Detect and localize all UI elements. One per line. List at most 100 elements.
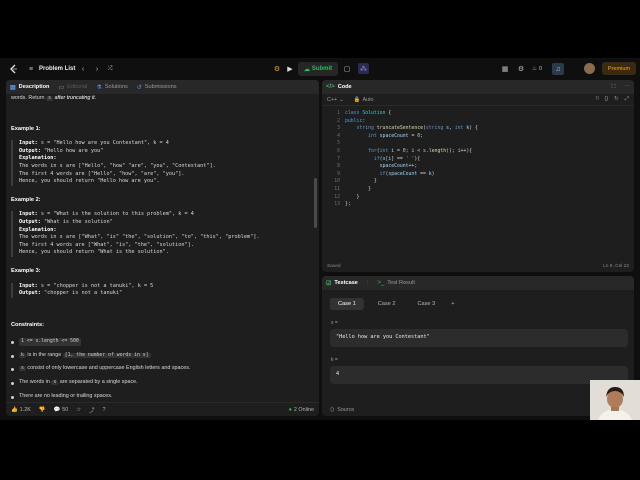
tab-solutions[interactable]: ⚗ Solutions (96, 84, 127, 91)
fullscreen-icon[interactable]: ⤢ (625, 96, 629, 103)
tab-test-result[interactable]: >_ Test Result (377, 280, 415, 286)
output-label: Output: (19, 290, 41, 297)
case-2-tab[interactable]: Case 2 (370, 298, 404, 310)
person-figure (590, 380, 640, 420)
reset-icon[interactable]: ↻ (614, 96, 619, 103)
k-input[interactable]: 4 (330, 366, 628, 384)
s-input[interactable]: "Hello how are you Contestant" (330, 329, 628, 347)
comments-button[interactable]: 💬 50 (54, 407, 69, 413)
dislike-icon[interactable]: 👎 (39, 407, 46, 413)
input-value: s = "What is the solution to this proble… (40, 211, 194, 218)
webcam-overlay (590, 380, 640, 420)
line-number: 9 (337, 171, 340, 177)
streak-count: 0 (538, 66, 542, 72)
save-status: Saved (327, 263, 341, 269)
braces-icon[interactable]: {} (605, 96, 609, 103)
description-scrollbar[interactable] (314, 178, 317, 228)
description-tabs: ▤ Description ▭ Editorial ⚗ Solutions ↺ Subm… (6, 80, 319, 94)
bell-icon[interactable]: ♫ (552, 63, 564, 75)
layout-icon[interactable]: ▦ (500, 64, 510, 74)
debug-icon[interactable]: ⚙ (272, 64, 282, 74)
tab-submissions[interactable]: ↺ Submissions (137, 84, 177, 91)
run-icon[interactable]: ▶ (285, 64, 295, 74)
tab-submissions-label: Submissions (144, 84, 177, 90)
example-1-output: Output: "Hello how are you" (19, 148, 306, 156)
cloud-upload-icon: ☁ (303, 66, 310, 73)
mode-value: Auto (362, 96, 374, 103)
code-editor[interactable]: 1 2 3 4 5 6 7 8 9 10 11 12 13 class Solu… (322, 106, 634, 260)
input-value: s = "Hello how are you Contestant", k = … (40, 140, 169, 147)
maximize-icon[interactable]: ⛶ (611, 84, 615, 91)
line-number: 3 (337, 126, 340, 132)
book-icon: ▭ (58, 84, 65, 91)
list-icon[interactable]: ≡ (26, 64, 36, 74)
help-icon[interactable]: ? (103, 407, 106, 413)
autocomplete-toggle[interactable]: 🔒 Auto (354, 97, 374, 103)
example-3-title: Example 3: (11, 267, 41, 274)
tab-description[interactable]: ▤ Description (10, 84, 49, 91)
explanation-line: Hence, you should return "Hello how are … (19, 178, 160, 185)
line-number: 6 (337, 148, 340, 154)
language-select[interactable]: C++ ⌄ (327, 97, 344, 103)
tab-testcase-label: Testcase (334, 280, 358, 286)
problem-description: words. Return s after truncating it. Exa… (6, 94, 311, 402)
bullet-dot (11, 395, 14, 399)
share-icon[interactable]: ⤴ (89, 406, 94, 414)
example-1-box: Input: s = "Hello how are you Contestant… (11, 140, 306, 186)
bullet-dot (11, 354, 14, 358)
explanation-line: Hence, you should return "What is the so… (19, 249, 169, 256)
submit-label: Submit (311, 66, 333, 72)
constraint-text: are separated by a single space. (59, 379, 138, 386)
intro-text: words. Return (11, 95, 45, 101)
avatar[interactable] (584, 63, 595, 74)
chevron-right-icon[interactable]: › (92, 64, 102, 74)
premium-button[interactable]: Premium (602, 62, 636, 75)
constraint-text: The words in (19, 379, 50, 386)
example-2-output: Output: "What is the solution" (19, 219, 306, 227)
collaborate-icon[interactable]: ⁂ (358, 63, 369, 74)
constraint-text: consist of only lowercase and uppercase … (27, 365, 191, 372)
editor-actions: ⌑ {} ↻ ⤢ (596, 96, 629, 103)
tab-code[interactable]: </> Code (326, 84, 352, 90)
example-2-box: Input: s = "What is the solution to this… (11, 211, 306, 257)
tab-code-label: Code (337, 84, 352, 90)
intro-code: s (46, 96, 53, 101)
explanation-line: The words in s are ["What", "is" "the", … (19, 234, 260, 241)
source-label: Source (337, 407, 355, 413)
language-value: C++ (327, 96, 338, 103)
case-1-tab[interactable]: Case 1 (330, 298, 364, 310)
add-case-button[interactable]: + (449, 298, 456, 310)
input-value: s = "chopper is not a tanuki", k = 5 (40, 282, 154, 289)
line-number: 4 (337, 133, 340, 139)
star-icon[interactable]: ☆ (76, 407, 81, 413)
output-label: Output: (19, 147, 41, 154)
flask-icon: ⚗ (96, 84, 102, 91)
line-number: 11 (334, 186, 340, 192)
constraint-text: is in the range (27, 351, 62, 358)
leetcode-logo-icon[interactable] (8, 63, 20, 75)
settings-icon[interactable]: ⚙ (516, 64, 526, 74)
tab-editorial[interactable]: ▭ Editorial (58, 84, 87, 91)
output-value: "chopper is not a tanuki" (44, 290, 123, 297)
shuffle-icon[interactable]: ⤮ (105, 64, 115, 74)
tab-testcase[interactable]: ☑ Testcase (326, 280, 358, 287)
constraint-item: 1 <= s.length <= 500 (11, 338, 306, 346)
problem-list-link[interactable]: Problem List (39, 62, 75, 76)
line-number: 1 (337, 111, 340, 116)
bookmark-icon[interactable]: ⌑ (596, 96, 599, 103)
code-tabs: </> Code ⛶ ⋯ (322, 80, 634, 94)
constraints-title: Constraints: (11, 321, 44, 328)
menu-icon[interactable]: ⋯ (624, 84, 630, 90)
like-button[interactable]: 👍 1.2K (11, 407, 31, 413)
constraint-text: There are no leading or trailing spaces. (19, 392, 113, 399)
checkbox-icon: ☑ (326, 280, 332, 287)
case-3-tab[interactable]: Case 3 (409, 298, 443, 310)
terminal-icon: >_ (377, 280, 385, 286)
submit-button[interactable]: ☁ Submit (298, 62, 338, 76)
streak-counter[interactable]: ♨ 0 (532, 63, 542, 75)
notes-icon[interactable]: ▢ (342, 64, 352, 74)
flame-icon: ♨ (532, 66, 537, 72)
source-link[interactable]: ⟨⟩ Source (330, 407, 354, 413)
chevron-left-icon[interactable]: ‹ (78, 64, 88, 74)
code-icon: </> (326, 84, 335, 90)
